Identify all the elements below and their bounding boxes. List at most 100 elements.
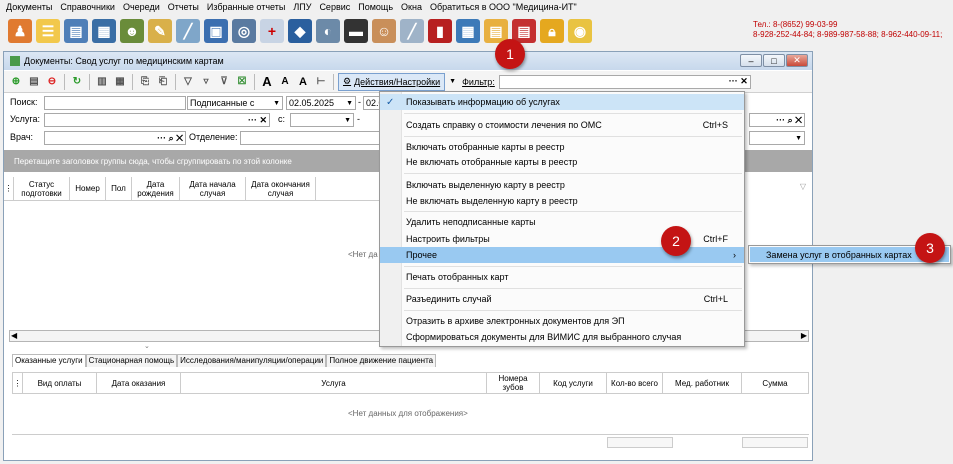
calendar-icon[interactable]: ▦ — [456, 19, 480, 43]
doctor-input[interactable]: ··· ⌕ ✕ — [44, 131, 186, 145]
calculator-icon[interactable]: ▦ — [92, 19, 116, 43]
menu-item-create-oms-certificate[interactable]: Создать справку о стоимости лечения по О… — [380, 117, 744, 133]
menu-item-include-selected-cards[interactable]: Включать отобранные карты в реестр — [380, 139, 744, 155]
menu-documents[interactable]: Документы — [3, 2, 57, 12]
nurse-icon[interactable]: ☺ — [372, 19, 396, 43]
column-chooser-icon[interactable]: ⋮ — [13, 373, 23, 393]
col-case-start[interactable]: Дата начала случая — [180, 177, 246, 200]
chat-icon[interactable]: ◉ — [568, 19, 592, 43]
syringe-icon[interactable]: ╱ — [176, 19, 200, 43]
first-aid-icon[interactable]: + — [260, 19, 284, 43]
search-input[interactable] — [44, 96, 186, 110]
card-file-icon[interactable]: ▤ — [64, 19, 88, 43]
patient-icon[interactable]: ♟ — [8, 19, 32, 43]
menu-service[interactable]: Сервис — [316, 2, 355, 12]
copy-icon[interactable]: ⎘ — [137, 74, 153, 90]
col-service-code[interactable]: Код услуги — [540, 373, 607, 393]
tab-patient-movement[interactable]: Полное движение пациента — [326, 354, 437, 367]
filter-input[interactable]: ··· ✕ — [498, 74, 751, 89]
chevron-down-icon[interactable]: ▼ — [449, 78, 456, 85]
menu-directories[interactable]: Справочники — [57, 2, 120, 12]
menu-reports[interactable]: Отчеты — [165, 2, 204, 12]
schedule-icon[interactable]: ▣ — [204, 19, 228, 43]
menu-item-exclude-current-card[interactable]: Не включать выделенную карту в реестр — [380, 193, 744, 209]
filter-icon[interactable]: ▽ — [180, 74, 196, 90]
format-icon[interactable]: ⊢ — [313, 74, 329, 90]
column-chooser-icon[interactable]: ⋮ — [4, 177, 14, 200]
menu-windows[interactable]: Окна — [398, 2, 427, 12]
col-teeth-numbers[interactable]: Номера зубов — [487, 373, 540, 393]
menu-item-include-current-card[interactable]: Включать выделенную карту в реестр — [380, 177, 744, 193]
lock-icon[interactable]: 🔒︎ — [540, 19, 564, 43]
service-buttons-icon[interactable]: ··· ✕ — [248, 115, 267, 126]
splitter-chevron-icon[interactable]: ⌄ — [144, 342, 150, 350]
service-input[interactable]: ··· ✕ — [44, 113, 270, 127]
filter-row-icon[interactable]: ▽ — [800, 182, 806, 191]
c-select[interactable]: ▼ — [290, 113, 354, 127]
col-status[interactable]: Статус подготовки — [14, 177, 70, 200]
menu-item-delete-unsigned[interactable]: Удалить неподписанные карты — [380, 214, 744, 230]
minimize-button[interactable]: – — [740, 54, 762, 67]
date-from-input[interactable]: 02.05.2025 ▼ — [286, 96, 356, 110]
col-sex[interactable]: Пол — [106, 177, 132, 200]
menu-item-vimis-documents[interactable]: Сформироваться документы для ВИМИС для в… — [380, 329, 744, 345]
stamp-icon[interactable]: ▬ — [344, 19, 368, 43]
search-clear-icon[interactable]: ··· ⌕ ✕ — [776, 115, 802, 126]
scroll-left-icon[interactable]: ◀ — [11, 331, 17, 340]
pen-icon[interactable]: ╱ — [400, 19, 424, 43]
menu-item-archive-edocs[interactable]: Отразить в архиве электронных документов… — [380, 313, 744, 329]
checkbox-icon[interactable]: ☒ — [234, 74, 250, 90]
col-medical-worker[interactable]: Мед. работник — [663, 373, 742, 393]
col-birth-date[interactable]: Дата рождения — [132, 177, 180, 200]
refresh-icon[interactable]: ↻ — [69, 74, 85, 90]
people-icon[interactable]: ☻ — [120, 19, 144, 43]
filter-buttons-icon[interactable]: ··· ✕ — [729, 76, 748, 87]
tab-provided-services[interactable]: Оказанные услуги — [12, 354, 86, 367]
delete-icon[interactable]: ⊖ — [44, 74, 60, 90]
col-case-end[interactable]: Дата окончания случая — [246, 177, 316, 200]
maximize-button[interactable]: □ — [763, 54, 785, 67]
excel-icon[interactable]: ▦ — [112, 74, 128, 90]
close-button[interactable]: ✕ — [786, 54, 808, 67]
signed-select[interactable]: Подписанные с ▼ — [187, 96, 283, 110]
bandage-icon[interactable]: ◐ — [316, 19, 340, 43]
col-service[interactable]: Услуга — [181, 373, 487, 393]
font-decrease-icon[interactable]: A — [277, 74, 293, 90]
paste-icon[interactable]: ⎗ — [155, 74, 171, 90]
menu-item-split-case[interactable]: Разъединить случай Ctrl+L — [380, 291, 744, 307]
open-icon[interactable]: ▤ — [26, 74, 42, 90]
department-select-tail[interactable]: ▼ — [749, 131, 805, 145]
books-icon[interactable]: ◆ — [288, 19, 312, 43]
filter-edit-icon[interactable]: ▿ — [198, 74, 214, 90]
col-number[interactable]: Номер — [70, 177, 106, 200]
col-payment-type[interactable]: Вид оплаты — [23, 373, 97, 393]
menu-queues[interactable]: Очереди — [120, 2, 165, 12]
tab-inpatient-care[interactable]: Стационарная помощь — [85, 354, 178, 367]
tab-procedures[interactable]: Исследования/манипуляции/операции — [177, 354, 327, 367]
font-increase-icon[interactable]: A — [259, 74, 275, 90]
scroll-right-icon[interactable]: ▶ — [801, 331, 807, 340]
menu-help[interactable]: Помощь — [355, 2, 398, 12]
service-search-tail[interactable]: ··· ⌕ ✕ — [749, 113, 805, 127]
col-service-date[interactable]: Дата оказания — [97, 373, 181, 393]
menu-item-other[interactable]: Прочее › — [380, 247, 744, 263]
export-icon[interactable]: ▥ — [94, 74, 110, 90]
edit-document-icon[interactable]: ✎ — [148, 19, 172, 43]
menu-item-exclude-selected-cards[interactable]: Не включать отобранные карты в реестр — [380, 154, 744, 170]
user-search-icon[interactable]: ◎ — [232, 19, 256, 43]
actions-settings-button[interactable]: ⚙ Действия/Настройки — [338, 72, 446, 91]
menu-item-show-service-info[interactable]: ✓ Показывать информацию об услугах — [380, 94, 744, 110]
col-sum[interactable]: Сумма — [742, 373, 808, 393]
notepad-icon[interactable]: ☰ — [36, 19, 60, 43]
menu-item-print-selected[interactable]: Печать отобранных карт — [380, 269, 744, 285]
col-quantity[interactable]: Кол-во всего — [607, 373, 663, 393]
add-icon[interactable]: ⊕ — [8, 74, 24, 90]
menu-contact-vendor[interactable]: Обратиться в ООО "Медицина-ИТ" — [427, 2, 582, 12]
doctor-buttons-icon[interactable]: ··· ⌕ ✕ — [157, 133, 183, 144]
filter-clear-icon[interactable]: ⊽ — [216, 74, 232, 90]
department-input[interactable] — [240, 131, 380, 145]
menu-favorite-reports[interactable]: Избранные отчеты — [204, 2, 291, 12]
menu-lpu[interactable]: ЛПУ — [290, 2, 316, 12]
red-book-icon[interactable]: ▮ — [428, 19, 452, 43]
font-reset-icon[interactable]: A — [295, 74, 311, 90]
